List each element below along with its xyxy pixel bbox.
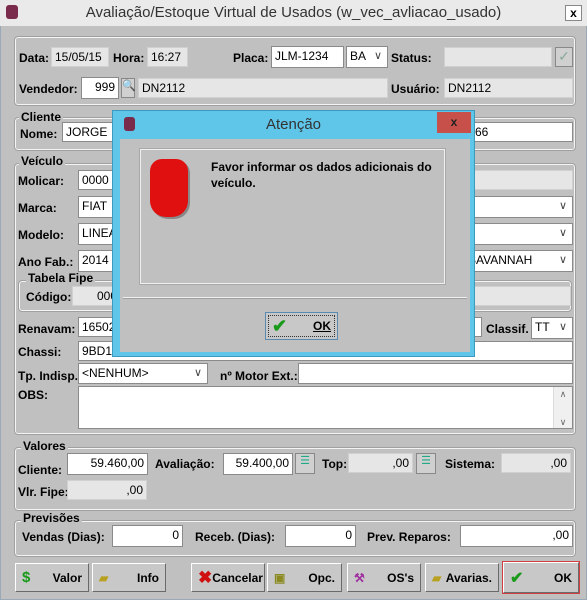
modelo-label: Modelo: bbox=[18, 228, 64, 242]
lookup-icon[interactable]: 🔍 bbox=[121, 78, 136, 98]
opc-button[interactable]: ▣ Opc. bbox=[267, 563, 342, 592]
check-button[interactable]: ✓ bbox=[555, 47, 573, 67]
close-button[interactable]: x bbox=[565, 5, 582, 21]
edit-list-icon[interactable]: ☰ bbox=[295, 453, 315, 474]
usuario-field: DN2112 bbox=[444, 78, 573, 98]
classif-select[interactable]: TT bbox=[531, 317, 573, 339]
status-field bbox=[444, 47, 552, 67]
status-label: Status: bbox=[391, 51, 432, 65]
reparos-input[interactable]: ,00 bbox=[460, 525, 573, 547]
top-field: ,00 bbox=[348, 453, 413, 473]
edit-list-icon[interactable]: ☰ bbox=[416, 453, 436, 474]
nome-tail: 66 bbox=[475, 125, 489, 139]
reparos-label: Prev. Reparos: bbox=[367, 530, 451, 544]
obs-scrollbar[interactable]: ∧ ∨ bbox=[553, 387, 572, 428]
ok-label: OK bbox=[554, 570, 572, 585]
dialog-message: Favor informar os dados adicionais do ve… bbox=[211, 160, 432, 190]
marca-label: Marca: bbox=[18, 201, 57, 215]
app-icon bbox=[6, 5, 18, 19]
classif-value: TT bbox=[535, 320, 550, 334]
previsoes-title: Previsões bbox=[21, 511, 82, 525]
classif-label: Classif. bbox=[486, 322, 529, 336]
nome-label: Nome: bbox=[20, 127, 58, 141]
oss-label: OS's bbox=[387, 570, 414, 585]
info-button[interactable]: ▰ Info bbox=[92, 563, 166, 592]
dialog-close-button[interactable]: x bbox=[437, 112, 471, 133]
renavam-label: Renavam: bbox=[18, 322, 76, 336]
data-field: 15/05/15 bbox=[51, 47, 109, 67]
dialog-ok-button[interactable]: ✔ OK bbox=[265, 312, 338, 340]
vendedor-name-field: DN2112 bbox=[138, 78, 388, 98]
ano-label: Ano Fab.: bbox=[18, 255, 74, 269]
valor-button[interactable]: $ Valor bbox=[15, 563, 89, 592]
service-icon: ⚒ bbox=[354, 570, 365, 585]
data-label: Data: bbox=[19, 51, 50, 65]
receb-input[interactable]: 0 bbox=[285, 525, 356, 547]
info-label: Info bbox=[137, 570, 159, 585]
alert-dialog: Atenção x Favor informar os dados adicio… bbox=[112, 110, 475, 357]
motor-input[interactable] bbox=[298, 363, 573, 384]
vendedor-code-input[interactable]: 999 bbox=[81, 77, 119, 99]
window-title: Avaliação/Estoque Virtual de Usados (w_v… bbox=[85, 4, 502, 21]
molicar-label: Molicar: bbox=[18, 174, 65, 188]
usuario-label: Usuário: bbox=[391, 82, 440, 96]
uf-select[interactable]: BA bbox=[346, 46, 388, 68]
dialog-separator bbox=[123, 297, 467, 299]
ok-button[interactable]: ✔ OK bbox=[502, 561, 580, 594]
cancelar-button[interactable]: ✖ Cancelar bbox=[191, 563, 265, 592]
dialog-ok-label: OK bbox=[313, 319, 331, 333]
vendas-input[interactable]: 0 bbox=[112, 525, 183, 547]
hora-label: Hora: bbox=[113, 51, 145, 65]
top-label: Top: bbox=[322, 457, 348, 471]
check-icon: ✔ bbox=[272, 315, 288, 336]
placa-label: Placa: bbox=[233, 51, 269, 65]
avarias-button[interactable]: ▰ Avarias. bbox=[425, 563, 499, 592]
box-icon: ▣ bbox=[274, 570, 286, 585]
motor-label: nº Motor Ext.: bbox=[220, 369, 298, 383]
codigo-label: Código: bbox=[26, 290, 72, 304]
cancelar-label: Cancelar bbox=[212, 570, 263, 585]
tp-indisp-select[interactable]: <NENHUM> bbox=[78, 363, 208, 384]
obs-label: OBS: bbox=[18, 388, 48, 402]
red-x-icon: ✖ bbox=[198, 567, 213, 587]
uf-value: BA bbox=[350, 49, 367, 63]
folder-icon: ▰ bbox=[99, 570, 109, 585]
title-bar: Avaliação/Estoque Virtual de Usados (w_v… bbox=[0, 0, 587, 26]
molicar-desc-field bbox=[470, 170, 573, 190]
obs-textarea[interactable] bbox=[78, 386, 573, 429]
tp-indisp-label: Tp. Indisp.: bbox=[18, 369, 82, 383]
cliente-valor-input[interactable]: 59.460,00 bbox=[67, 453, 148, 475]
sistema-label: Sistema: bbox=[445, 457, 496, 471]
save-check-icon: ✔ bbox=[510, 569, 524, 587]
fipe-title: Tabela Fipe bbox=[26, 271, 96, 285]
dialog-title: Atenção bbox=[265, 116, 322, 133]
veiculo-title: Veículo bbox=[19, 154, 66, 168]
valor-label: Valor bbox=[52, 570, 82, 585]
vendedor-label: Vendedor: bbox=[19, 82, 78, 96]
hora-field: 16:27 bbox=[147, 47, 188, 67]
placa-input[interactable]: JLM-1234 bbox=[271, 46, 344, 68]
nome-value: JORGE bbox=[66, 125, 108, 139]
cliente-valor-label: Cliente: bbox=[18, 463, 63, 477]
valores-title: Valores bbox=[21, 439, 68, 453]
fipe-valor-label: Vlr. Fipe: bbox=[18, 485, 69, 499]
cliente-title: Cliente bbox=[19, 110, 64, 124]
vendas-label: Vendas (Dias): bbox=[22, 530, 105, 544]
stop-hand-icon bbox=[150, 159, 188, 217]
receb-label: Receb. (Dias): bbox=[195, 530, 276, 544]
avaliacao-input[interactable]: 59.400,00 bbox=[223, 453, 293, 475]
sistema-field: ,00 bbox=[501, 453, 571, 473]
tp-indisp-value: <NENHUM> bbox=[82, 366, 149, 380]
folder-icon: ▰ bbox=[432, 570, 442, 585]
opc-label: Opc. bbox=[308, 570, 335, 585]
money-bag-icon: $ bbox=[22, 569, 31, 586]
oss-button[interactable]: ⚒ OS's bbox=[347, 563, 421, 592]
avaliacao-label: Avaliação: bbox=[155, 457, 215, 471]
marca-value: FIAT bbox=[82, 199, 108, 213]
fipe-valor-field: ,00 bbox=[67, 480, 147, 500]
chassi-label: Chassi: bbox=[18, 345, 62, 359]
avarias-label: Avarias. bbox=[445, 570, 492, 585]
